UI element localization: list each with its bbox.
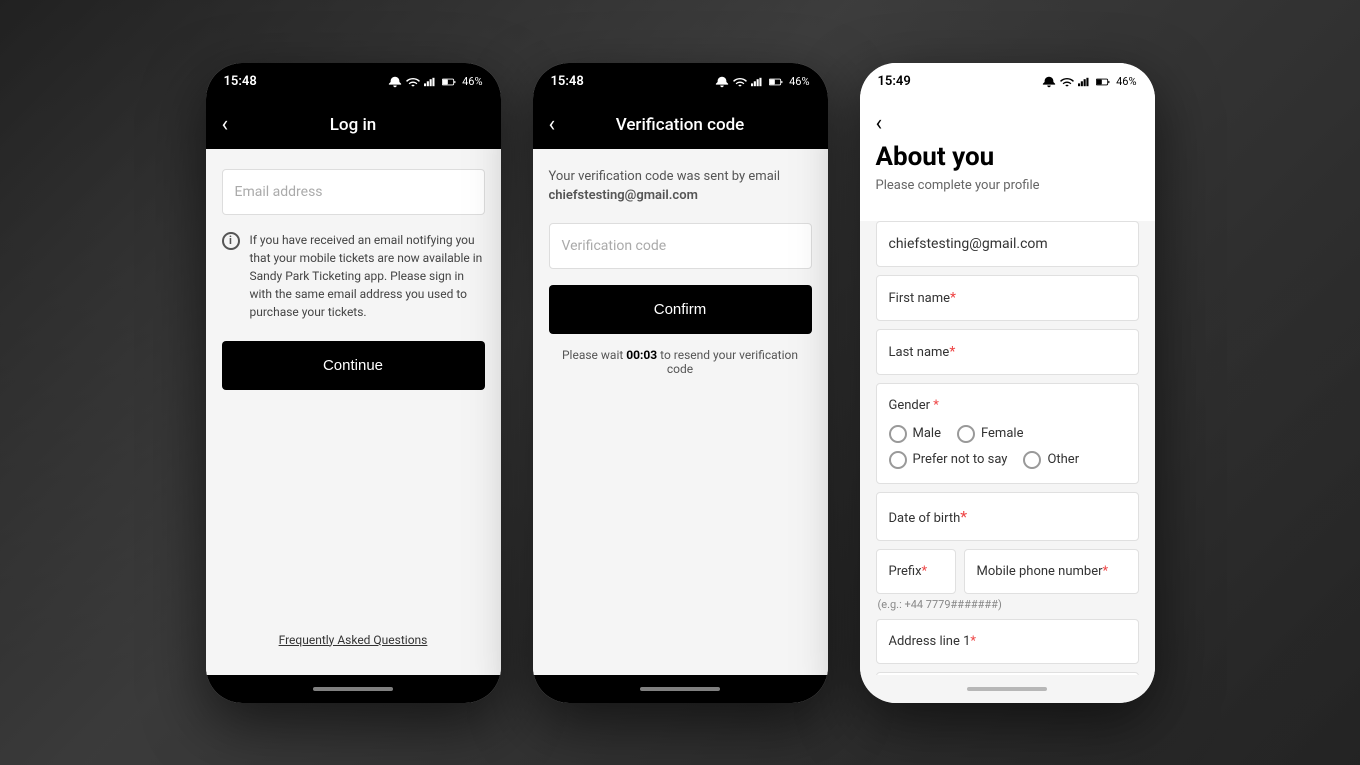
address1-field[interactable]: Address line 1* xyxy=(876,619,1139,664)
verification-content: Your verification code was sent by email… xyxy=(533,149,828,675)
login-title: Log in xyxy=(330,115,376,135)
signal-icon-2 xyxy=(751,76,765,88)
prefix-label: Prefix xyxy=(889,564,922,579)
mobile-field[interactable]: Mobile phone number* xyxy=(964,549,1139,594)
gender-male[interactable]: Male xyxy=(889,425,941,443)
gender-prefer-not-label: Prefer not to say xyxy=(913,452,1008,467)
verification-info-text: Your verification code was sent by email xyxy=(549,169,812,184)
about-header: ‹ About you Please complete your profile xyxy=(860,101,1155,221)
dob-field[interactable]: Date of birth* xyxy=(876,492,1139,541)
back-button-2[interactable]: ‹ xyxy=(549,112,556,137)
prefix-field[interactable]: Prefix* xyxy=(876,549,956,594)
back-button-1[interactable]: ‹ xyxy=(222,112,229,137)
signal-icon-3 xyxy=(1078,76,1092,88)
gender-section: Gender * Male Female Prefer not to say xyxy=(876,383,1139,484)
last-name-label: Last name xyxy=(889,345,950,360)
notification-icon-2 xyxy=(715,76,729,88)
battery-icon-2 xyxy=(769,76,783,88)
email-input[interactable]: Email address xyxy=(222,169,485,215)
radio-male[interactable] xyxy=(889,425,907,443)
wifi-icon xyxy=(406,76,420,88)
address1-label: Address line 1 xyxy=(889,634,971,649)
gender-prefer-not[interactable]: Prefer not to say xyxy=(889,451,1008,469)
radio-other[interactable] xyxy=(1023,451,1041,469)
gender-options: Male Female Prefer not to say Other xyxy=(889,425,1126,469)
first-name-required: * xyxy=(950,290,956,306)
signal-icon xyxy=(424,76,438,88)
login-header: ‹ Log in xyxy=(206,101,501,149)
phone-row: Prefix* Mobile phone number* xyxy=(876,549,1139,594)
home-indicator-2 xyxy=(640,687,720,691)
info-icon: i xyxy=(222,232,240,250)
gender-other-label: Other xyxy=(1047,452,1079,467)
battery-icon xyxy=(442,76,456,88)
phone-verification: 15:48 46% ‹ Verification code Your verif… xyxy=(533,63,828,703)
status-time-2: 15:48 xyxy=(551,74,584,89)
info-text: If you have received an email notifying … xyxy=(250,231,485,321)
last-name-required: * xyxy=(949,344,955,360)
info-box: i If you have received an email notifyin… xyxy=(222,231,485,321)
notification-icon xyxy=(388,76,402,88)
email-placeholder: Email address xyxy=(235,184,323,200)
wifi-icon-2 xyxy=(733,76,747,88)
gender-label: Gender * xyxy=(889,398,1126,413)
resend-timer: 00:03 xyxy=(626,348,657,362)
verification-title: Verification code xyxy=(616,115,745,135)
phone-footer-2 xyxy=(533,675,828,703)
phone-footer-3 xyxy=(860,675,1155,703)
home-indicator-1 xyxy=(313,687,393,691)
mobile-label: Mobile phone number xyxy=(977,564,1103,579)
login-content: Email address i If you have received an … xyxy=(206,149,501,675)
radio-female[interactable] xyxy=(957,425,975,443)
phone-about: 15:49 46% ‹ About you Please complete yo… xyxy=(860,63,1155,703)
phone-login: 15:48 46% ‹ Log in Email address i If yo… xyxy=(206,63,501,703)
battery-pct-3: 46% xyxy=(1116,75,1136,88)
status-icons-2: 46% xyxy=(715,75,809,88)
faq-link[interactable]: Frequently Asked Questions xyxy=(222,633,485,655)
status-icons-3: 46% xyxy=(1042,75,1136,88)
home-indicator-3 xyxy=(967,687,1047,691)
dob-required: * xyxy=(960,507,967,526)
about-subtitle: Please complete your profile xyxy=(876,178,1139,193)
resend-text: Please wait 00:03 to resend your verific… xyxy=(549,348,812,376)
verification-info: Your verification code was sent by email… xyxy=(549,169,812,207)
phone-footer-1 xyxy=(206,675,501,703)
first-name-field[interactable]: First name* xyxy=(876,275,1139,321)
about-email-field: chiefstesting@gmail.com xyxy=(876,221,1139,267)
resend-prefix: Please wait xyxy=(562,348,626,362)
confirm-button[interactable]: Confirm xyxy=(549,285,812,334)
status-icons-1: 46% xyxy=(388,75,482,88)
back-button-3[interactable]: ‹ xyxy=(876,111,1139,136)
status-time-1: 15:48 xyxy=(224,74,257,89)
about-email-value: chiefstesting@gmail.com xyxy=(889,236,1048,252)
dob-label: Date of birth xyxy=(889,511,961,526)
radio-prefer-not[interactable] xyxy=(889,451,907,469)
verification-email: chiefstesting@gmail.com xyxy=(549,188,812,203)
gender-female[interactable]: Female xyxy=(957,425,1023,443)
continue-button[interactable]: Continue xyxy=(222,341,485,390)
battery-pct-1: 46% xyxy=(462,75,482,88)
status-bar-2: 15:48 46% xyxy=(533,63,828,101)
about-content-wrapper: chiefstesting@gmail.com First name* Last… xyxy=(860,221,1155,675)
battery-icon-3 xyxy=(1096,76,1110,88)
last-name-field[interactable]: Last name* xyxy=(876,329,1139,375)
about-form: chiefstesting@gmail.com First name* Last… xyxy=(860,221,1155,675)
verification-header: ‹ Verification code xyxy=(533,101,828,149)
gender-female-label: Female xyxy=(981,426,1023,441)
status-bar-3: 15:49 46% xyxy=(860,63,1155,101)
about-title: About you xyxy=(876,142,1139,172)
status-bar-1: 15:48 46% xyxy=(206,63,501,101)
phone-hint: (e.g.: +44 7779#######) xyxy=(876,598,1139,611)
gender-other[interactable]: Other xyxy=(1023,451,1079,469)
first-name-label: First name xyxy=(889,291,950,306)
status-time-3: 15:49 xyxy=(878,74,911,89)
battery-pct-2: 46% xyxy=(789,75,809,88)
notification-icon-3 xyxy=(1042,76,1056,88)
wifi-icon-3 xyxy=(1060,76,1074,88)
resend-suffix: to resend your verification code xyxy=(657,348,798,376)
verification-code-input[interactable]: Verification code xyxy=(549,223,812,269)
code-placeholder: Verification code xyxy=(562,238,667,254)
gender-male-label: Male xyxy=(913,426,941,441)
